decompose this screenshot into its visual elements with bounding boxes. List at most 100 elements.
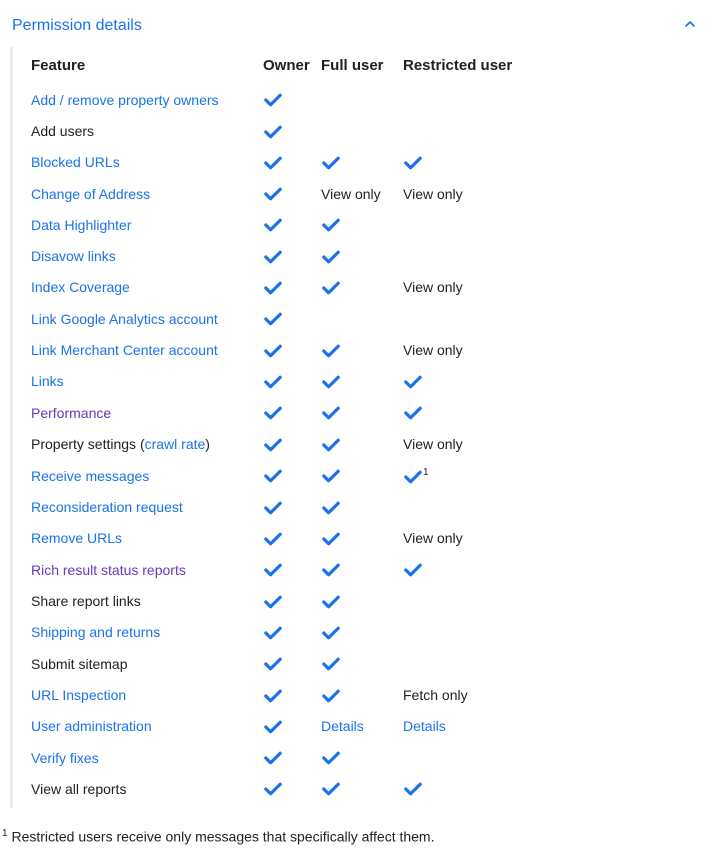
check-icon bbox=[403, 781, 423, 797]
feature-text: ) bbox=[205, 436, 210, 452]
restricted-user-cell: View only bbox=[403, 178, 533, 209]
full-user-cell bbox=[321, 428, 403, 459]
column-header-feature: Feature bbox=[31, 51, 263, 84]
full-user-cell bbox=[321, 773, 403, 804]
feature-link[interactable]: Verify fixes bbox=[31, 750, 99, 766]
feature-cell: View all reports bbox=[31, 773, 263, 804]
feature-cell: Blocked URLs bbox=[31, 147, 263, 178]
feature-link[interactable]: Performance bbox=[31, 405, 111, 421]
check-icon bbox=[321, 343, 341, 359]
feature-link[interactable]: User administration bbox=[31, 718, 152, 734]
column-header-restricted-user: Restricted user bbox=[403, 51, 533, 84]
feature-cell: Share report links bbox=[31, 585, 263, 616]
feature-link[interactable]: Receive messages bbox=[31, 468, 149, 484]
cell-text: Fetch only bbox=[403, 687, 468, 703]
feature-cell: Data Highlighter bbox=[31, 209, 263, 240]
restricted-user-cell bbox=[403, 209, 533, 240]
owner-cell bbox=[263, 648, 321, 679]
table-row: Property settings (crawl rate)View only bbox=[31, 428, 533, 459]
owner-cell bbox=[263, 178, 321, 209]
feature-text: Submit sitemap bbox=[31, 656, 127, 672]
full-user-cell bbox=[321, 84, 403, 115]
restricted-user-cell bbox=[403, 366, 533, 397]
feature-link[interactable]: Data Highlighter bbox=[31, 217, 131, 233]
feature-cell: Add users bbox=[31, 115, 263, 146]
feature-cell: Disavow links bbox=[31, 240, 263, 271]
feature-link[interactable]: Link Google Analytics account bbox=[31, 311, 218, 327]
feature-link[interactable]: Change of Address bbox=[31, 186, 150, 202]
check-icon bbox=[263, 500, 283, 516]
check-icon bbox=[403, 374, 423, 390]
section-content: Feature Owner Full user Restricted user … bbox=[10, 47, 690, 808]
owner-cell bbox=[263, 773, 321, 804]
table-row: URL Inspection Fetch only bbox=[31, 679, 533, 710]
owner-cell bbox=[263, 366, 321, 397]
feature-cell: Receive messages bbox=[31, 460, 263, 492]
feature-link[interactable]: URL Inspection bbox=[31, 687, 126, 703]
cell-link[interactable]: Details bbox=[321, 718, 364, 734]
feature-link[interactable]: Add / remove property owners bbox=[31, 92, 219, 108]
feature-cell: Shipping and returns bbox=[31, 617, 263, 648]
owner-cell bbox=[263, 428, 321, 459]
table-row: Performance bbox=[31, 397, 533, 428]
table-row: Share report links bbox=[31, 585, 533, 616]
check-icon bbox=[263, 92, 283, 108]
owner-cell bbox=[263, 334, 321, 365]
full-user-cell bbox=[321, 272, 403, 303]
check-icon bbox=[263, 405, 283, 421]
feature-link[interactable]: Link Merchant Center account bbox=[31, 342, 218, 358]
table-row: Add users bbox=[31, 115, 533, 146]
full-user-cell bbox=[321, 334, 403, 365]
feature-link[interactable]: Index Coverage bbox=[31, 279, 130, 295]
check-icon bbox=[263, 186, 283, 202]
restricted-user-cell: View only bbox=[403, 334, 533, 365]
check-icon bbox=[263, 719, 283, 735]
feature-cell: Remove URLs bbox=[31, 523, 263, 554]
feature-link[interactable]: Rich result status reports bbox=[31, 562, 186, 578]
table-row: Index Coverage View only bbox=[31, 272, 533, 303]
owner-cell bbox=[263, 460, 321, 492]
table-row: Rich result status reports bbox=[31, 554, 533, 585]
feature-link[interactable]: Links bbox=[31, 373, 64, 389]
feature-cell: Links bbox=[31, 366, 263, 397]
check-icon bbox=[263, 468, 283, 484]
check-icon bbox=[321, 217, 341, 233]
owner-cell bbox=[263, 585, 321, 616]
full-user-cell bbox=[321, 303, 403, 334]
table-row: Link Google Analytics account bbox=[31, 303, 533, 334]
check-icon bbox=[263, 124, 283, 140]
feature-link[interactable]: Shipping and returns bbox=[31, 624, 160, 640]
check-icon bbox=[263, 625, 283, 641]
feature-link[interactable]: Blocked URLs bbox=[31, 154, 120, 170]
feature-cell: Verify fixes bbox=[31, 742, 263, 773]
check-icon bbox=[403, 469, 423, 485]
cell-text: View only bbox=[321, 186, 381, 202]
full-user-cell bbox=[321, 397, 403, 428]
feature-text: Share report links bbox=[31, 593, 141, 609]
owner-cell bbox=[263, 240, 321, 271]
check-icon bbox=[321, 500, 341, 516]
feature-cell: Submit sitemap bbox=[31, 648, 263, 679]
check-icon bbox=[321, 280, 341, 296]
feature-link[interactable]: crawl rate bbox=[145, 436, 206, 452]
check-icon bbox=[321, 155, 341, 171]
check-icon bbox=[263, 562, 283, 578]
full-user-cell: View only bbox=[321, 178, 403, 209]
feature-link[interactable]: Disavow links bbox=[31, 248, 116, 264]
restricted-user-cell: View only bbox=[403, 272, 533, 303]
check-icon bbox=[321, 750, 341, 766]
check-icon bbox=[263, 217, 283, 233]
feature-cell: URL Inspection bbox=[31, 679, 263, 710]
check-icon bbox=[263, 280, 283, 296]
owner-cell bbox=[263, 711, 321, 742]
cell-link[interactable]: Details bbox=[403, 718, 446, 734]
feature-text: View all reports bbox=[31, 781, 126, 797]
owner-cell bbox=[263, 554, 321, 585]
restricted-user-cell bbox=[403, 648, 533, 679]
section-header[interactable]: Permission details bbox=[0, 8, 718, 47]
cell-text: View only bbox=[403, 342, 463, 358]
table-row: Receive messages1 bbox=[31, 460, 533, 492]
check-icon bbox=[321, 468, 341, 484]
feature-link[interactable]: Reconsideration request bbox=[31, 499, 183, 515]
feature-link[interactable]: Remove URLs bbox=[31, 530, 122, 546]
